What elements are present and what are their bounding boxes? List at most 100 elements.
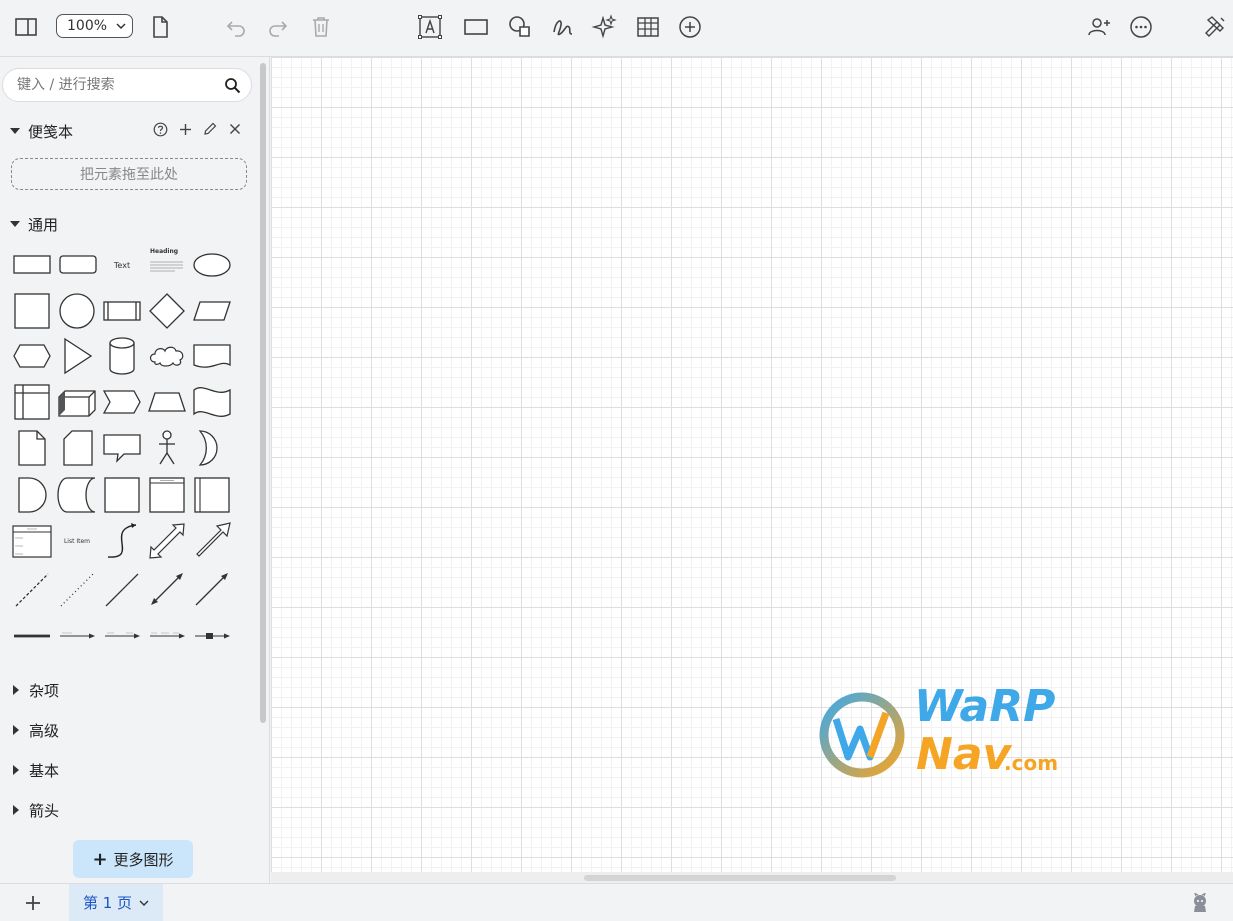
shape-text[interactable]: Text	[100, 243, 144, 287]
shape-bidirectional-connector[interactable]	[145, 567, 189, 611]
section-title: 基本	[29, 761, 60, 780]
shape-data-storage[interactable]	[55, 473, 99, 517]
shape-curve[interactable]	[100, 519, 144, 563]
page-icon[interactable]	[143, 10, 177, 44]
sidebar-scrollbar[interactable]	[260, 63, 266, 723]
caret-right-icon	[13, 685, 19, 695]
shape-diamond[interactable]	[145, 289, 189, 333]
freehand-icon[interactable]	[546, 10, 580, 44]
shape-connector-with-symbol[interactable]	[190, 614, 234, 658]
plus-icon: +	[92, 848, 108, 870]
more-icon[interactable]	[1124, 10, 1158, 44]
chevron-down-icon	[139, 900, 149, 906]
shape-actor[interactable]	[145, 426, 189, 470]
shape-connector-with-three-labels[interactable]	[145, 614, 189, 658]
github-icon[interactable]	[1190, 893, 1210, 913]
insert-icon[interactable]	[673, 10, 707, 44]
table-icon[interactable]	[631, 10, 665, 44]
chevron-down-icon	[116, 23, 126, 30]
zoom-value: 100%	[67, 18, 108, 34]
arrows-section-header[interactable]: 箭头	[10, 799, 59, 821]
shape-step[interactable]	[100, 380, 144, 424]
ai-sparkles-icon[interactable]	[587, 10, 621, 44]
shape-vertical-container[interactable]	[190, 473, 234, 517]
caret-down-icon	[10, 128, 20, 134]
shape-callout[interactable]	[100, 426, 144, 470]
watermark-line1: WaRP	[914, 681, 1056, 732]
shape-cylinder[interactable]	[100, 334, 144, 378]
shape-parallelogram[interactable]	[190, 289, 234, 333]
shape-ellipse[interactable]	[190, 243, 234, 287]
shape-document[interactable]	[190, 334, 234, 378]
misc-section-header[interactable]: 杂项	[10, 679, 59, 701]
shape-hexagon[interactable]	[10, 334, 54, 378]
shape-rounded-rectangle[interactable]	[55, 243, 99, 287]
shape-internal-storage[interactable]	[10, 380, 54, 424]
undo-icon[interactable]	[219, 10, 253, 44]
toolbar: 100%	[0, 0, 1233, 57]
add-page-icon[interactable]	[24, 894, 42, 912]
diagram-canvas[interactable]: WaRP Nav .com	[271, 57, 1233, 872]
tools-icon[interactable]	[1198, 10, 1232, 44]
shape-tape[interactable]	[190, 380, 234, 424]
delete-icon[interactable]	[304, 10, 338, 44]
scrollbar-thumb[interactable]	[584, 875, 896, 881]
canvas-horizontal-scrollbar[interactable]	[271, 872, 1233, 883]
shape-card[interactable]	[55, 426, 99, 470]
share-icon[interactable]	[1082, 10, 1116, 44]
shape-container[interactable]	[100, 473, 144, 517]
caret-right-icon	[13, 805, 19, 815]
shape-process[interactable]	[100, 289, 144, 333]
shape-circle[interactable]	[55, 289, 99, 333]
shapes-sidebar: 便笺本 把元素拖至此处 通用 Text Heading	[0, 57, 270, 883]
shape-directional-connector[interactable]	[190, 567, 234, 611]
watermark-suffix: .com	[1004, 751, 1059, 775]
help-icon[interactable]	[151, 120, 169, 138]
shape-triangle[interactable]	[55, 334, 99, 378]
zoom-dropdown[interactable]: 100%	[56, 14, 133, 38]
shape-square[interactable]	[10, 289, 54, 333]
more-shapes-button[interactable]: + 更多图形	[73, 840, 193, 878]
scratchpad-header[interactable]: 便笺本	[10, 120, 73, 142]
edit-icon[interactable]	[201, 120, 219, 138]
shape-or[interactable]	[190, 426, 234, 470]
search-input[interactable]	[15, 76, 219, 94]
shape-list-item[interactable]: List Item	[55, 519, 99, 563]
shape-arrow[interactable]	[190, 519, 234, 563]
section-title: 高级	[29, 721, 60, 740]
page-tab[interactable]: 第 1 页	[69, 884, 163, 921]
shape-textbox[interactable]: Heading	[145, 243, 189, 287]
close-icon[interactable]	[226, 120, 244, 138]
text-icon[interactable]	[413, 10, 447, 44]
shape-delay[interactable]	[10, 473, 54, 517]
shape-text-label: Text	[113, 260, 131, 270]
advanced-section-header[interactable]: 高级	[10, 719, 59, 741]
watermark-logo: WaRP Nav .com	[816, 681, 1086, 787]
shape-thick-link[interactable]	[10, 614, 54, 658]
shape-line[interactable]	[100, 567, 144, 611]
scratchpad-dropzone[interactable]: 把元素拖至此处	[11, 158, 247, 190]
shape-dashed-line[interactable]	[10, 567, 54, 611]
search-icon[interactable]	[224, 77, 241, 94]
shape-dotted-line[interactable]	[55, 567, 99, 611]
basic-section-header[interactable]: 基本	[10, 759, 59, 781]
shape-note[interactable]	[10, 426, 54, 470]
add-icon[interactable]	[176, 120, 194, 138]
caret-down-icon	[10, 221, 20, 227]
shape-trapezoid[interactable]	[145, 380, 189, 424]
shape-list[interactable]	[10, 519, 54, 563]
shape-cube[interactable]	[55, 380, 99, 424]
shape-connector-with-two-labels[interactable]	[100, 614, 144, 658]
shape-cloud[interactable]	[145, 334, 189, 378]
format-panel-icon[interactable]	[9, 10, 43, 44]
redo-icon[interactable]	[261, 10, 295, 44]
shapes-icon[interactable]	[503, 10, 537, 44]
shape-swimlane[interactable]	[145, 473, 189, 517]
shape-rectangle[interactable]	[10, 243, 54, 287]
shape-bidirectional-arrow[interactable]	[145, 519, 189, 563]
general-section-header[interactable]: 通用	[10, 213, 58, 235]
search-box[interactable]	[2, 68, 252, 102]
caret-right-icon	[13, 765, 19, 775]
shape-connector-with-label[interactable]	[55, 614, 99, 658]
rectangle-icon[interactable]	[459, 10, 493, 44]
